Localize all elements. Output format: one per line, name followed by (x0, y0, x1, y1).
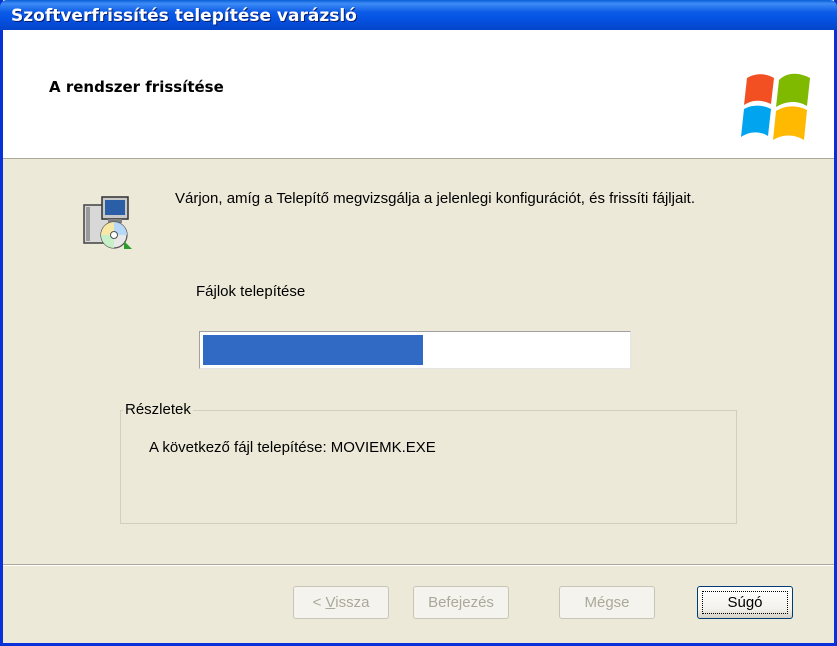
wizard-content: Várjon, amíg a Telepítő megvizsgálja a j… (3, 159, 834, 563)
title-bar[interactable]: Szoftverfrissítés telepítése varázsló (0, 0, 837, 30)
status-text: Fájlok telepítése (196, 283, 306, 300)
page-title: A rendszer frissítése (49, 78, 224, 96)
help-button[interactable]: Súgó (697, 586, 793, 619)
back-button[interactable]: < Vissza (293, 586, 389, 619)
windows-logo-icon (741, 73, 810, 140)
details-text: A következő fájl telepítése: MOVIEMK.EXE (149, 439, 436, 456)
wizard-header: A rendszer frissítése (3, 30, 834, 159)
footer-separator (3, 564, 834, 566)
progress-bar (199, 331, 631, 369)
finish-button[interactable]: Befejezés (413, 586, 509, 619)
setup-wizard-window: Szoftverfrissítés telepítése varázsló A … (0, 0, 837, 646)
details-legend: Részletek (123, 401, 193, 418)
description-text: Várjon, amíg a Telepítő megvizsgálja a j… (175, 190, 695, 207)
details-group: Részletek A következő fájl telepítése: M… (120, 401, 737, 524)
progress-fill (203, 335, 423, 365)
cancel-button[interactable]: Mégse (559, 586, 655, 619)
setup-package-icon (83, 196, 132, 249)
window-title: Szoftverfrissítés telepítése varázsló (11, 6, 357, 26)
